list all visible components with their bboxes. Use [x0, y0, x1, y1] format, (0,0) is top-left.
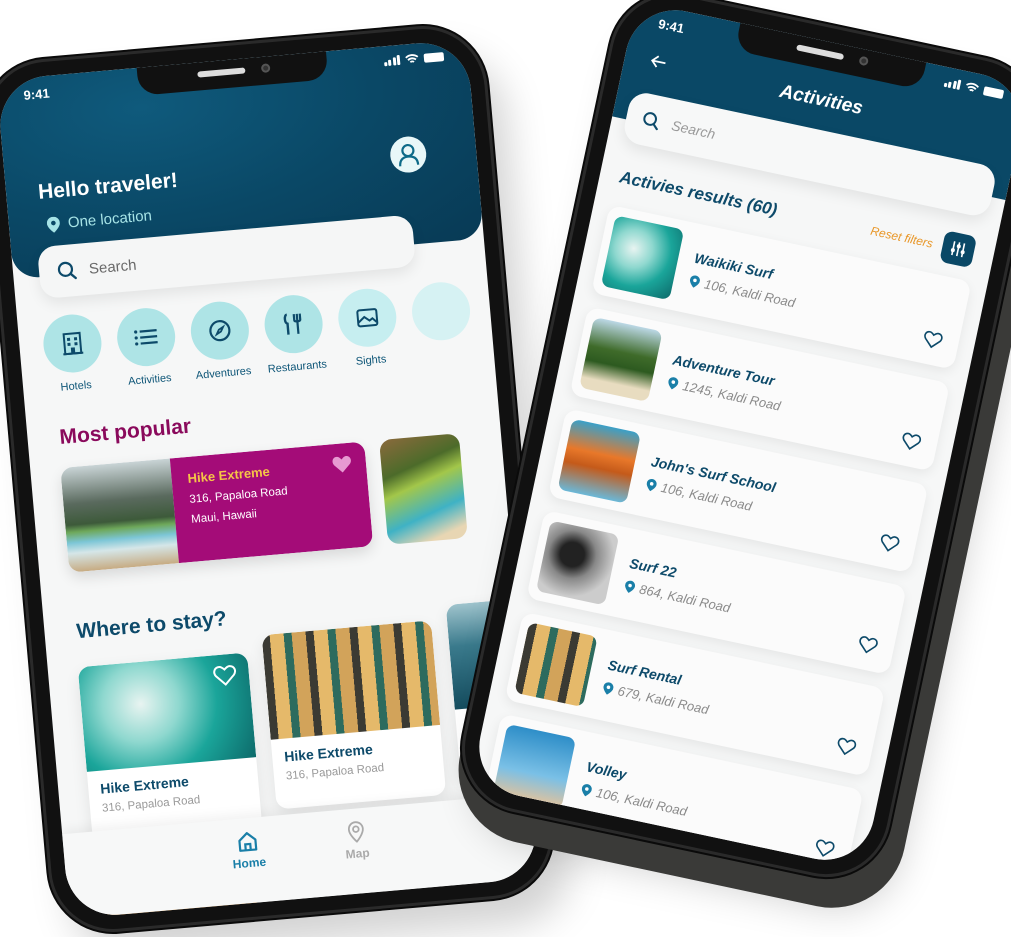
sliders-icon: [950, 241, 966, 258]
nav-map[interactable]: Map: [343, 820, 373, 895]
user-icon: [399, 143, 420, 167]
image-icon: [356, 308, 379, 328]
category-hotels[interactable]: Hotels: [39, 312, 108, 395]
popular-card[interactable]: Hike Extreme 316, Papaloa Road Maui, Haw…: [60, 441, 374, 573]
nav-home[interactable]: Home: [230, 829, 270, 905]
stay-image: [261, 620, 441, 740]
search-input[interactable]: [88, 242, 288, 278]
signal-icon: [383, 54, 401, 67]
location-pin-icon: [668, 376, 679, 389]
nav-home-label: Home: [232, 854, 267, 872]
category-adventures[interactable]: Adventures: [186, 299, 255, 382]
status-time: 9:41: [22, 85, 51, 103]
category-list: Hotels Activities Adventures Restaurants…: [39, 278, 494, 395]
fork-knife-icon: [283, 313, 302, 335]
list-icon: [134, 329, 158, 346]
category-label: Restaurants: [267, 358, 328, 376]
location-pin-icon: [690, 275, 701, 288]
building-icon: [62, 331, 84, 356]
filter-button[interactable]: [939, 230, 978, 269]
most-popular-title: Most popular: [58, 414, 192, 449]
popular-card-next[interactable]: [379, 433, 468, 545]
heart-filled-icon[interactable]: [331, 455, 352, 475]
category-label: Adventures: [195, 365, 252, 382]
activities-list: Waikiki Surf 106, Kaldi Road Adventure T…: [482, 204, 972, 870]
compass-icon: [209, 320, 231, 342]
stay-card[interactable]: Hike Extreme 316, Papaloa Road: [261, 620, 447, 810]
heart-icon[interactable]: [835, 736, 858, 758]
battery-icon: [423, 51, 445, 63]
heart-icon[interactable]: [921, 329, 944, 351]
activity-image: [535, 520, 620, 606]
phone-home: 9:41 Hello traveler! One location Hotels: [0, 23, 555, 935]
category-restaurants[interactable]: Restaurants: [260, 292, 329, 376]
heart-icon[interactable]: [899, 431, 922, 453]
wifi-icon: [405, 54, 419, 63]
activity-image: [600, 215, 685, 301]
stay-card[interactable]: Hike Extreme 316, Papaloa Road: [77, 652, 263, 842]
activity-image: [492, 723, 577, 809]
activity-image: [557, 418, 641, 504]
home-screen: 9:41 Hello traveler! One location Hotels: [0, 39, 540, 919]
nav-map-label: Map: [345, 845, 371, 862]
map-pin-icon: [347, 821, 364, 843]
location-pin-icon: [625, 580, 636, 593]
search-icon: [643, 112, 658, 131]
home-icon: [238, 832, 258, 852]
category-more[interactable]: [408, 279, 477, 363]
reset-filters-link[interactable]: Reset filters: [869, 224, 934, 251]
category-label: Activities: [127, 372, 173, 388]
wifi-icon: [966, 82, 979, 92]
location-pin-icon: [46, 216, 60, 233]
category-label: Sights: [355, 353, 387, 368]
activity-image: [514, 622, 598, 708]
activities-screen: 9:41 Activities Activies results (60) Re…: [470, 0, 1011, 870]
status-time: 9:41: [656, 16, 686, 37]
activity-image: [579, 317, 663, 402]
popular-image: [60, 458, 179, 573]
phone-activities: 9:41 Activities Activies results (60) Re…: [453, 0, 1011, 886]
heart-icon[interactable]: [856, 634, 879, 656]
category-sights[interactable]: Sights: [334, 286, 403, 369]
battery-icon: [982, 85, 1005, 99]
location-pin-icon: [646, 478, 657, 491]
heart-icon[interactable]: [878, 532, 901, 554]
signal-icon: [943, 77, 962, 90]
location-pin-icon: [603, 681, 614, 695]
search-icon: [57, 261, 77, 280]
category-activities[interactable]: Activities: [113, 305, 182, 388]
heart-icon[interactable]: [212, 663, 238, 687]
where-to-stay-title: Where to stay?: [75, 607, 228, 644]
category-label: Hotels: [60, 379, 93, 394]
heart-icon[interactable]: [813, 838, 836, 860]
location-pin-icon: [581, 783, 592, 796]
